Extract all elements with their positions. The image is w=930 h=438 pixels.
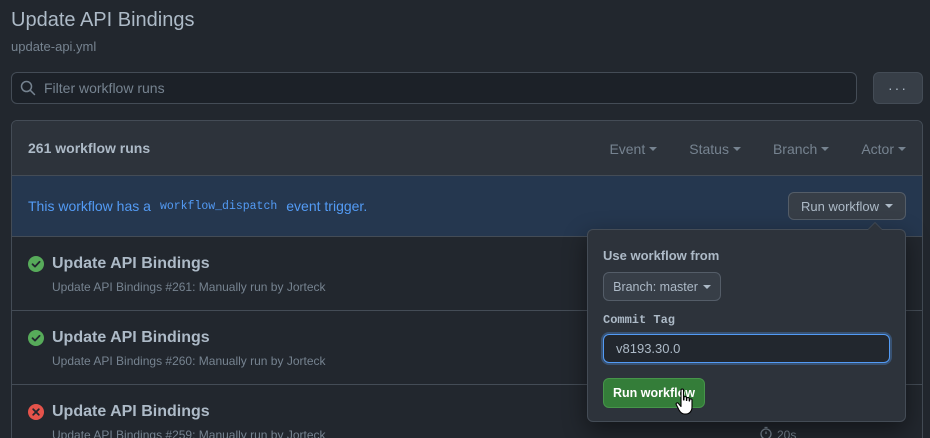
runs-header: 261 workflow runs Event Status Branch Ac… (12, 121, 922, 176)
dispatch-banner: This workflow has a workflow_dispatch ev… (12, 176, 922, 237)
actor-filter-label: Actor (861, 140, 894, 157)
use-workflow-from-label: Use workflow from (603, 248, 720, 263)
event-filter[interactable]: Event (609, 140, 658, 157)
caret-down-icon (702, 284, 711, 289)
commit-tag-input[interactable] (603, 334, 890, 363)
run-meta: Update API Bindings #261: Manually run b… (52, 280, 326, 294)
run-duration: 20s (759, 426, 796, 438)
run-title[interactable]: Update API Bindings (52, 329, 210, 347)
run-meta: Update API Bindings #260: Manually run b… (52, 354, 326, 368)
check-circle-icon (28, 256, 44, 272)
x-circle-icon (28, 404, 44, 420)
runs-count: 261 workflow runs (28, 140, 151, 156)
status-filter-label: Status (689, 140, 729, 157)
branch-filter[interactable]: Branch (772, 140, 830, 157)
stopwatch-icon (759, 426, 773, 438)
run-duration-value: 20s (777, 427, 797, 438)
dispatch-code: workflow_dispatch (159, 199, 278, 213)
run-meta: Update API Bindings #259: Manually run b… (52, 428, 326, 438)
search-icon (20, 80, 36, 96)
caret-down-icon (885, 204, 894, 208)
caret-down-icon (649, 146, 658, 151)
workflow-title: Update API Bindings (11, 9, 195, 31)
branch-select-label: Branch: master (613, 279, 698, 294)
event-filter-label: Event (609, 140, 646, 157)
hand-pointer-cursor-icon (675, 388, 697, 416)
dispatch-text-after: event trigger. (286, 198, 368, 214)
run-workflow-dropdown-label: Run workflow (800, 198, 880, 214)
status-filter[interactable]: Status (689, 141, 741, 157)
actor-filter[interactable]: Actor (861, 141, 906, 157)
commit-tag-label: Commit Tag (603, 313, 676, 327)
run-title[interactable]: Update API Bindings (52, 403, 210, 421)
workflow-file-name: update-api.yml (11, 39, 97, 54)
filter-runs-input[interactable] (36, 73, 856, 103)
check-circle-icon (28, 330, 44, 346)
filter-bar (11, 72, 857, 104)
run-workflow-popover: Use workflow from Branch: master Commit … (587, 222, 906, 422)
run-title[interactable]: Update API Bindings (52, 255, 210, 273)
caret-down-icon (898, 146, 906, 151)
dispatch-text-before: This workflow has a (28, 198, 151, 214)
caret-down-icon (821, 146, 830, 151)
more-options-button[interactable]: ··· (873, 72, 923, 104)
branch-filter-label: Branch (772, 140, 818, 157)
run-workflow-dropdown-button[interactable]: Run workflow (788, 192, 906, 220)
caret-down-icon (732, 146, 741, 151)
kebab-icon: ··· (888, 80, 908, 96)
runs-filters: Event Status Branch Actor (577, 121, 906, 176)
branch-select-button[interactable]: Branch: master (603, 272, 721, 301)
